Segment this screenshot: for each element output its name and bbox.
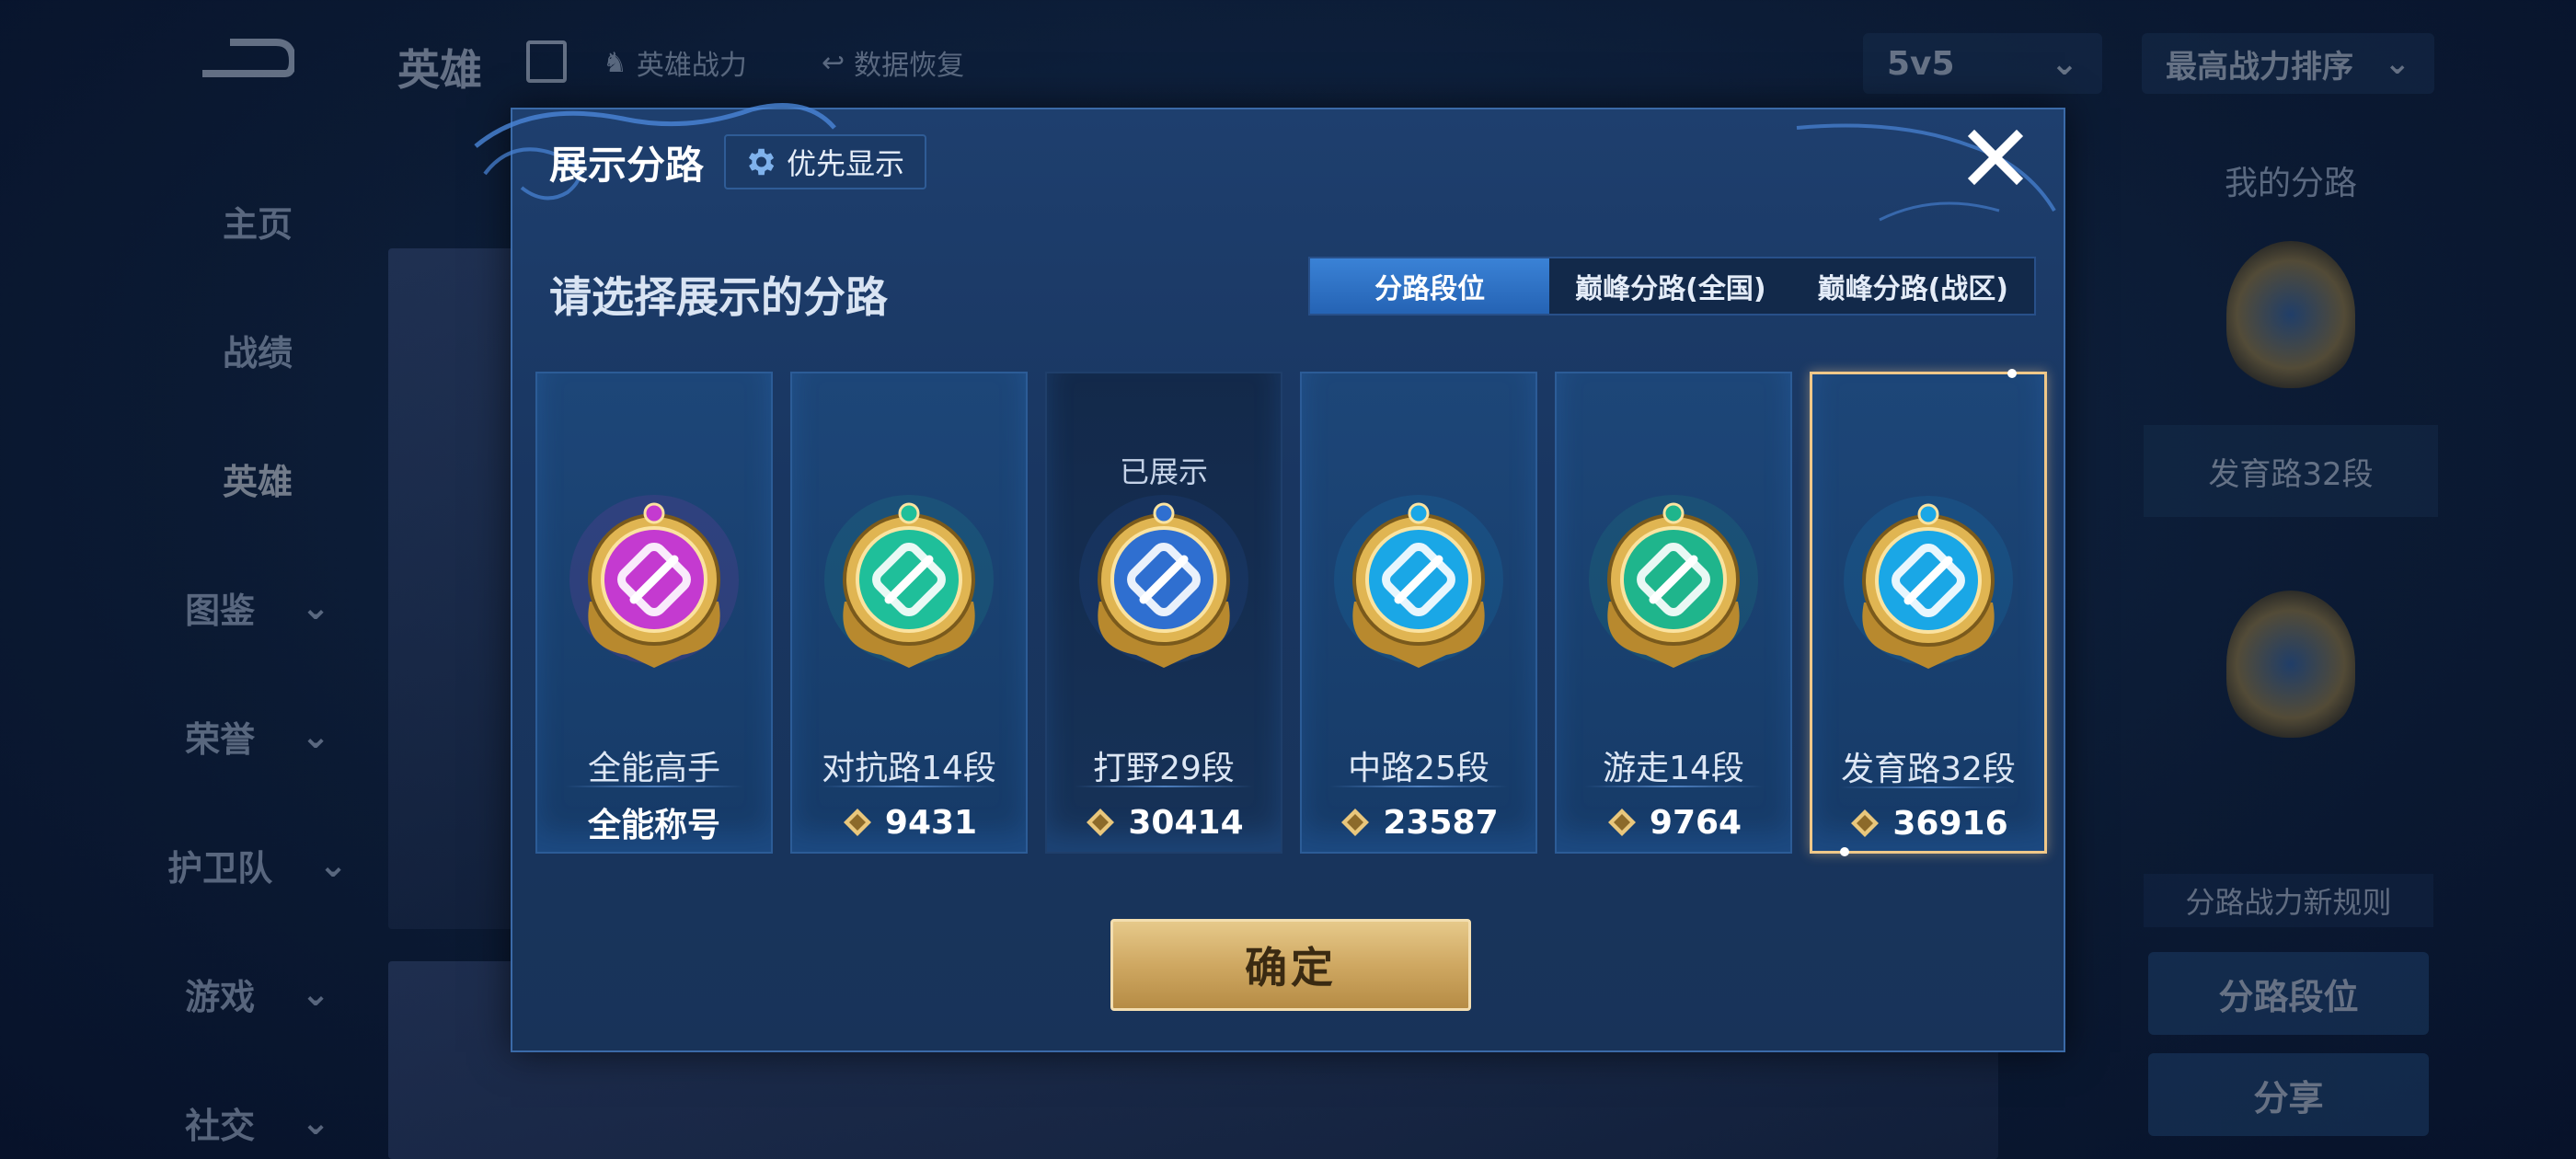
- divider: [1075, 786, 1253, 787]
- side-item-gallery[interactable]: 图鉴 ⌄: [138, 543, 377, 671]
- power-diamond-icon: [1341, 809, 1370, 836]
- lane-power-score: 30414: [1047, 795, 1281, 850]
- hero-card[interactable]: [388, 248, 517, 929]
- footer-value: 23587: [1383, 803, 1499, 842]
- farm-lane-emblem-icon: [2226, 241, 2355, 388]
- page-title: 英雄: [397, 45, 482, 95]
- close-button[interactable]: [1961, 122, 2030, 192]
- side-item-social[interactable]: 社交 ⌄: [138, 1058, 377, 1159]
- chevron-down-icon: ⌄: [2050, 44, 2078, 83]
- lane-power-score: 9431: [792, 795, 1026, 850]
- lane-tabs: 分路段位 巅峰分路(全国) 巅峰分路(战区): [1308, 257, 2036, 316]
- footer-value: 9431: [884, 803, 978, 842]
- jungle-dragon-emblem-icon: [2226, 591, 2355, 738]
- dialog-header: 展示分路 优先显示: [549, 128, 927, 196]
- divider: [1840, 786, 2017, 788]
- side-item-home[interactable]: 主页: [138, 156, 377, 285]
- list-icon[interactable]: [526, 40, 567, 83]
- lane-power-score: 36916: [1812, 796, 2044, 851]
- hero-power-link[interactable]: ♞ 英雄战力: [603, 42, 747, 83]
- clash-lane-emblem-icon: [824, 495, 994, 668]
- lane-card[interactable]: 对抗路14段 9431: [790, 372, 1028, 854]
- lane-card[interactable]: 全能高手 全能称号: [535, 372, 773, 854]
- tab-peak-region[interactable]: 巅峰分路(战区): [1792, 258, 2034, 314]
- side-item-guard[interactable]: 护卫队 ⌄: [138, 800, 377, 929]
- lane-name: 对抗路14段: [822, 750, 996, 787]
- close-icon: [1967, 129, 2024, 186]
- side-item-hero[interactable]: 英雄: [138, 414, 377, 543]
- chevron-down-icon: ⌄: [301, 973, 330, 1014]
- dialog-subtitle: 请选择展示的分路: [549, 272, 888, 322]
- tab-peak-national[interactable]: 巅峰分路(全国): [1549, 258, 1791, 314]
- my-lane-label: 发育路32段: [2144, 425, 2438, 517]
- divider: [820, 786, 998, 787]
- power-diamond-icon: [1607, 809, 1636, 836]
- side-item-record[interactable]: 战绩: [138, 285, 377, 414]
- power-diamond-icon: [843, 809, 871, 836]
- sort-select[interactable]: 最高战力排序 ⌄: [2142, 33, 2434, 94]
- lane-card[interactable]: 发育路32段 36916: [1810, 369, 2047, 856]
- mode-select[interactable]: 5v5 ⌄: [1863, 33, 2102, 94]
- lane-name: 游走14段: [1603, 750, 1744, 787]
- dialog-title: 展示分路: [549, 142, 705, 188]
- chevron-down-icon: ⌄: [301, 716, 330, 756]
- priority-display-button[interactable]: 优先显示: [724, 134, 927, 189]
- divider: [1329, 786, 1508, 787]
- selection-corner-dot: [2007, 369, 2017, 378]
- lane-power-score: 9764: [1557, 795, 1790, 850]
- lane-card[interactable]: 已展示打野29段 30414: [1045, 372, 1282, 854]
- chevron-down-icon: ⌄: [318, 844, 348, 885]
- lane-power-score: 23587: [1302, 795, 1535, 850]
- lane-rank-button[interactable]: 分路段位: [2148, 952, 2429, 1035]
- lane-card-list: 全能高手 全能称号 对抗路14段 9431 已展示 打野29段 30414 中路25段 2358…: [535, 369, 2047, 856]
- lane-name: 全能高手: [587, 750, 720, 787]
- lane-name: 发育路32段: [1841, 751, 2016, 788]
- display-lane-dialog: 展示分路 优先显示 请选择展示的分路 分路段位 巅峰分路(全国) 巅峰分路(战区…: [474, 103, 2065, 1052]
- chevron-down-icon: ⌄: [2384, 45, 2411, 82]
- my-lane-panel: 我的分路 发育路32段: [2134, 156, 2447, 738]
- lane-name: 中路25段: [1348, 750, 1489, 787]
- my-lane-title: 我的分路: [2224, 165, 2357, 202]
- footer-value: 9764: [1649, 803, 1742, 842]
- lane-card[interactable]: 中路25段 23587: [1300, 372, 1537, 854]
- share-button[interactable]: 分享: [2148, 1053, 2429, 1136]
- divider: [1584, 786, 1763, 787]
- side-item-game[interactable]: 游戏 ⌄: [138, 929, 377, 1058]
- data-restore-link[interactable]: ↩ 数据恢复: [822, 42, 964, 83]
- back-arrow-icon[interactable]: [193, 33, 294, 88]
- jungle-dragon-emblem-icon: [1079, 495, 1248, 668]
- chevron-down-icon: ⌄: [301, 587, 330, 627]
- power-diamond-icon: [1087, 809, 1115, 836]
- side-item-honor[interactable]: 荣誉 ⌄: [138, 671, 377, 800]
- restore-icon: ↩: [822, 46, 845, 79]
- roam-wings-emblem-icon: [1589, 495, 1758, 668]
- tab-lane-rank[interactable]: 分路段位: [1310, 258, 1550, 314]
- confirm-button[interactable]: 确定: [1110, 919, 1471, 1011]
- mid-lane-emblem-icon: [1334, 495, 1503, 668]
- lane-name: 打野29段: [1093, 750, 1235, 787]
- side-menu: 主页 战绩 英雄 图鉴 ⌄ 荣誉 ⌄ 护卫队 ⌄ 游戏 ⌄ 社交 ⌄: [138, 156, 377, 1159]
- all-round-emblem-icon: [569, 495, 739, 668]
- helmet-icon: ♞: [603, 46, 627, 79]
- footer-value: 全能称号: [587, 807, 720, 844]
- divider: [565, 786, 743, 787]
- lane-rule-link[interactable]: 分路战力新规则: [2144, 874, 2433, 927]
- shown-badge: 已展示: [1119, 454, 1208, 489]
- chevron-down-icon: ⌄: [301, 1102, 330, 1142]
- lane-title-label: 全能称号: [537, 795, 771, 850]
- footer-value: 36916: [1892, 804, 2008, 843]
- gear-icon: [748, 148, 775, 176]
- footer-value: 30414: [1128, 803, 1244, 842]
- power-diamond-icon: [1851, 809, 1880, 837]
- farm-lane-emblem-icon: [1844, 496, 2013, 669]
- lane-card[interactable]: 游走14段 9764: [1555, 372, 1792, 854]
